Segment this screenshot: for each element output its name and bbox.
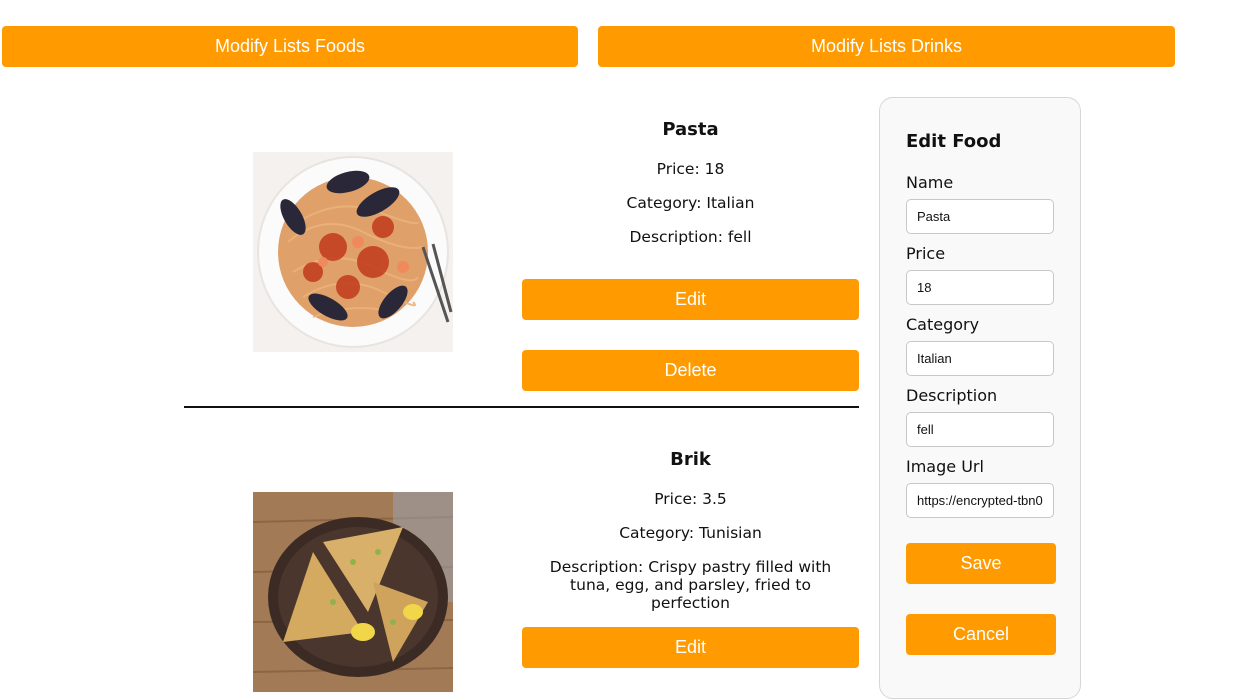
panel-title: Edit Food <box>906 131 1002 152</box>
price-label: Price <box>906 244 946 263</box>
food-info-brik: Brik Price: 3.5 Category: Tunisian Descr… <box>522 449 859 613</box>
divider <box>184 406 859 408</box>
food-description: Description: fell <box>629 228 752 246</box>
image-url-label: Image Url <box>906 457 984 476</box>
edit-food-panel: Edit Food Name Price Category Descriptio… <box>879 97 1081 699</box>
food-description: Description: Crispy pastry filled with t… <box>549 558 832 612</box>
image-url-input[interactable] <box>906 483 1054 518</box>
pasta-image <box>253 152 453 352</box>
brik-image <box>253 492 453 692</box>
category-label: Category <box>906 315 980 334</box>
name-label: Name <box>906 173 954 192</box>
cancel-button[interactable]: Cancel <box>906 614 1056 655</box>
delete-button[interactable]: Delete <box>522 350 859 391</box>
price-input[interactable] <box>906 270 1054 305</box>
food-name: Pasta <box>662 119 719 140</box>
modify-drinks-button[interactable]: Modify Lists Drinks <box>598 26 1175 67</box>
food-category: Category: Tunisian <box>619 524 762 542</box>
description-input[interactable] <box>906 412 1054 447</box>
description-label: Description <box>906 386 998 405</box>
save-button[interactable]: Save <box>906 543 1056 584</box>
food-price: Price: 18 <box>656 160 725 178</box>
category-input[interactable] <box>906 341 1054 376</box>
food-info-pasta: Pasta Price: 18 Category: Italian Descri… <box>522 119 859 247</box>
food-price: Price: 3.5 <box>654 490 727 508</box>
modify-foods-button[interactable]: Modify Lists Foods <box>2 26 578 67</box>
food-category: Category: Italian <box>626 194 755 212</box>
name-input[interactable] <box>906 199 1054 234</box>
food-name: Brik <box>670 449 711 470</box>
edit-button[interactable]: Edit <box>522 279 859 320</box>
